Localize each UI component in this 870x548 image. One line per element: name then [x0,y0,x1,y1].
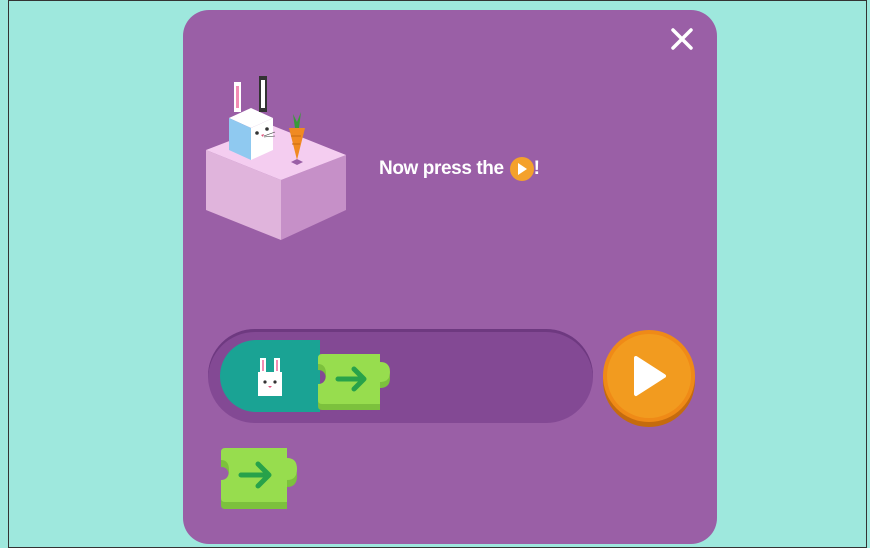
instruction-label: Now press the [379,158,504,179]
play-icon [634,356,666,396]
frame-border [8,0,9,548]
arrow-right-icon [318,354,390,410]
run-button[interactable] [603,330,695,422]
bunny-icon [258,358,282,396]
scene-illustration [206,76,346,240]
dialog-panel: Now press the ! [183,10,717,544]
instruction-suffix: ! [533,158,540,179]
frame-border [866,0,867,548]
close-icon [671,28,693,50]
bunny-icon [229,76,276,160]
run-button-face [607,334,691,418]
close-button[interactable] [667,24,697,54]
frame-border [8,0,867,1]
tray-code-block[interactable] [221,448,305,512]
play-icon [509,157,534,181]
sequence-code-block[interactable] [318,354,398,412]
arrow-right-icon [221,448,297,509]
sequence-track[interactable] [208,329,593,423]
start-block [220,340,320,412]
instruction-text: Now press the ! [379,156,540,182]
